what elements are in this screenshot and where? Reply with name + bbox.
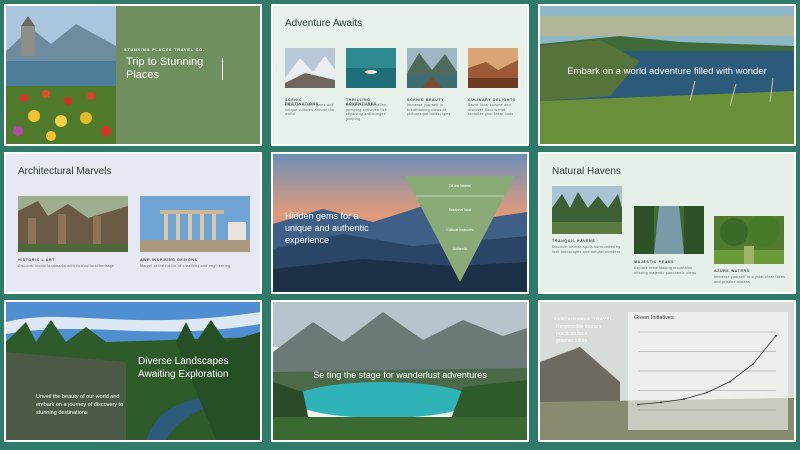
funnel-level-3: Cultural treasures xyxy=(446,228,474,232)
funnel-level-2: Seasonal local xyxy=(448,208,472,212)
slide-kicker: STUNNING PLACES TRAVEL CO. xyxy=(124,48,205,52)
card-photo-canyon xyxy=(468,48,518,88)
card-label: MAJESTIC PEAKS xyxy=(634,260,674,264)
lake-flowers-photo xyxy=(6,6,116,144)
funnel-level-1: Off-the-beaten xyxy=(448,184,472,188)
card-text: Immerse yourself in crystal-clear lakes … xyxy=(714,275,786,284)
chart-point xyxy=(706,391,708,394)
chart-point xyxy=(775,334,777,337)
line-chart xyxy=(637,331,777,411)
ruins-photo xyxy=(18,196,128,252)
chart-point xyxy=(752,363,754,366)
chart-point xyxy=(683,398,685,400)
slide-text-line-1: Hidden gems for a xyxy=(285,211,359,221)
chart-title: Green Initiatives xyxy=(634,315,674,321)
slide-text-line-2: unique and authentic xyxy=(285,223,369,233)
temple-photo xyxy=(140,196,250,252)
slide-title: Architectural Marvels xyxy=(18,166,112,177)
slide-kicker: SUSTAINABLE TRAVEL xyxy=(554,316,614,321)
chart-point xyxy=(637,403,639,406)
card-photo-water xyxy=(346,48,396,88)
green-trees-photo xyxy=(714,216,784,264)
card-label: HISTORIC L ART xyxy=(18,258,55,262)
chart-series-line xyxy=(637,335,777,405)
slide-title-line-1: Trip to Stunning xyxy=(126,56,204,68)
slide-headline: Embark on a world adventure filled with … xyxy=(567,66,767,77)
slide-8[interactable]: Se ting the stage for wanderlust adventu… xyxy=(271,300,529,442)
card-label: TRANQUIL HAVENS xyxy=(552,239,596,243)
funnel-level-4: Authentic xyxy=(452,247,468,251)
slide-7[interactable]: Diverse Landscapes Awaiting Exploration … xyxy=(4,300,262,442)
card-photo-lake-boat xyxy=(407,48,457,88)
slide-body-line-2: embark on a journey of discovery to xyxy=(36,402,124,408)
card-text: Discover serene spots surrounded by lush… xyxy=(552,245,621,254)
card-label: CULINARY DELIGHTS xyxy=(468,98,516,102)
slide-title: Adventure Awaits xyxy=(285,18,363,29)
slide-title-line-1: Diverse Landscapes xyxy=(138,356,229,367)
card-text: Discover hidden gems and unique cultures… xyxy=(285,103,335,116)
slide-body-line-1: Unveil the beauty of our world and xyxy=(36,394,120,400)
card-text: Embark on adrenaline-pumping activities … xyxy=(346,103,388,121)
card-label: AZURE WATERS xyxy=(714,269,750,273)
slide-3[interactable]: Embark on a world adventure filled with … xyxy=(538,4,796,146)
river-photo xyxy=(634,206,704,254)
card-text: Discover iconic landmarks with rich cult… xyxy=(18,264,115,268)
card-photo-mountains xyxy=(285,48,335,88)
slide-9[interactable]: SUSTAINABLE TRAVEL Responsible tourism p… xyxy=(538,300,796,442)
slide-1[interactable]: STUNNING PLACES TRAVEL CO. Trip to Stunn… xyxy=(4,4,262,146)
chart-point xyxy=(660,401,662,404)
slide-4[interactable]: Architectural Marvels HISTORIC L ART Dis… xyxy=(4,152,262,294)
slide-body-line-3: greener future xyxy=(556,338,588,344)
slide-body-line-1: Responsible tourism xyxy=(556,324,602,330)
card-text: Marvel at the fusion of creativity and e… xyxy=(140,264,231,268)
slide-5[interactable]: Hidden gems for a unique and authentic e… xyxy=(271,152,529,294)
card-text: Explore breathtaking mountains offering … xyxy=(634,266,697,275)
slide-body-line-3: stunning destinations xyxy=(36,410,88,416)
title-divider xyxy=(222,58,223,80)
card-label: AWE-INSPIRING DESIGNS xyxy=(140,258,198,262)
slide-text-line-3: experience xyxy=(285,235,330,245)
card-label: SCENIC BEAUTY xyxy=(407,98,445,102)
slide-body-line-2: practices for a xyxy=(556,331,588,337)
slide-grid: STUNNING PLACES TRAVEL CO. Trip to Stunn… xyxy=(0,0,800,450)
slide-title-line-2: Places xyxy=(126,69,160,81)
slide-6[interactable]: Natural Havens TRANQUIL HAVENS Discover … xyxy=(538,152,796,294)
slide-headline: Se ting the stage for wanderlust adventu… xyxy=(313,370,487,380)
slide-2[interactable]: Adventure Awaits SCENIC DESTINATIONS Dis… xyxy=(271,4,529,146)
forest-photo xyxy=(552,186,622,234)
slide-title-line-2: Awaiting Exploration xyxy=(138,369,229,380)
slide-title: Natural Havens xyxy=(552,166,621,177)
card-text: Immerse yourself in breathtaking views o… xyxy=(407,103,451,116)
card-text: Savor local cuisine and discover flavors… xyxy=(468,103,514,116)
chart-point xyxy=(729,380,731,383)
